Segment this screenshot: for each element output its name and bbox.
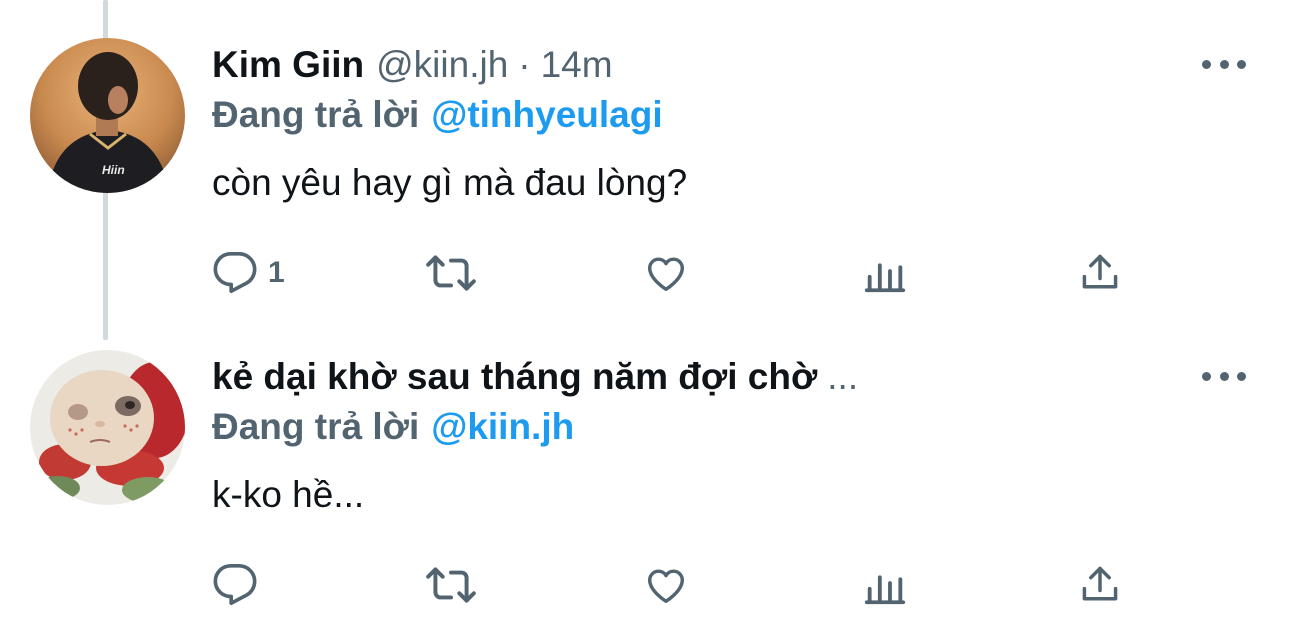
replying-to-label: Đang trả lời bbox=[212, 94, 420, 135]
views-button[interactable] bbox=[862, 560, 908, 610]
more-dot bbox=[1202, 371, 1211, 381]
avatar[interactable] bbox=[30, 350, 185, 505]
tweet-text: k-ko hề... bbox=[212, 474, 365, 515]
timestamp[interactable]: 14m bbox=[541, 44, 613, 86]
reply-button[interactable]: 1 bbox=[212, 248, 285, 298]
replying-to-mention[interactable]: @tinhyeulagi bbox=[431, 94, 662, 136]
separator-dot: · bbox=[518, 44, 531, 85]
tweet[interactable]: Hiin Kim Giin @kiin.jh · 14m Đang trả lờ… bbox=[0, 0, 1290, 330]
replying-to-label: Đang trả lời bbox=[212, 406, 420, 447]
tweet-header: Kim Giin @kiin.jh · 14m bbox=[212, 40, 1250, 90]
views-button[interactable] bbox=[862, 248, 908, 298]
more-dot bbox=[1219, 59, 1229, 69]
reply-count: 1 bbox=[268, 256, 285, 289]
tweet-content: kẻ dại khờ sau tháng năm đợi chờ ... Đan… bbox=[212, 352, 1250, 516]
like-button[interactable] bbox=[642, 248, 690, 298]
tweet-actions bbox=[212, 560, 1132, 610]
tweet-content: Kim Giin @kiin.jh · 14m Đang trả lời @ti… bbox=[212, 40, 1250, 204]
views-icon bbox=[864, 575, 906, 605]
views-icon bbox=[864, 263, 906, 293]
more-dot bbox=[1237, 371, 1246, 381]
share-icon bbox=[1082, 566, 1118, 601]
author-name[interactable]: kẻ dại khờ sau tháng năm đợi chờ bbox=[212, 356, 817, 398]
more-dot bbox=[1237, 59, 1246, 69]
share-icon bbox=[1082, 254, 1118, 289]
replying-to: Đang trả lời @kiin.jh bbox=[212, 402, 1250, 452]
reply-button[interactable] bbox=[212, 560, 268, 610]
author-name[interactable]: Kim Giin bbox=[212, 44, 364, 86]
like-icon bbox=[647, 257, 685, 292]
name-truncation: ... bbox=[827, 356, 859, 397]
like-icon bbox=[647, 569, 685, 604]
tweet-header: kẻ dại khờ sau tháng năm đợi chờ ... bbox=[212, 352, 1250, 402]
like-button[interactable] bbox=[642, 560, 690, 610]
replying-to-mention[interactable]: @kiin.jh bbox=[431, 406, 574, 448]
more-icon[interactable] bbox=[1202, 54, 1246, 74]
retweet-button[interactable] bbox=[424, 560, 478, 610]
tweet[interactable]: kẻ dại khờ sau tháng năm đợi chờ ... Đan… bbox=[0, 330, 1290, 624]
more-dot bbox=[1202, 59, 1211, 69]
reply-icon bbox=[213, 564, 257, 606]
author-handle[interactable]: @kiin.jh bbox=[376, 44, 508, 86]
retweet-button[interactable] bbox=[424, 248, 478, 298]
tweet-actions: 1 bbox=[212, 248, 1132, 298]
avatar-shirt-text: Hiin bbox=[102, 163, 125, 177]
replying-to: Đang trả lời @tinhyeulagi bbox=[212, 90, 1250, 140]
tweet-text: còn yêu hay gì mà đau lòng? bbox=[212, 162, 688, 203]
more-dot bbox=[1219, 371, 1229, 381]
reply-icon bbox=[213, 252, 257, 294]
share-button[interactable] bbox=[1078, 560, 1122, 610]
timeline: Hiin Kim Giin @kiin.jh · 14m Đang trả lờ… bbox=[0, 0, 1290, 624]
retweet-icon bbox=[426, 255, 476, 291]
avatar[interactable]: Hiin bbox=[30, 38, 185, 193]
more-icon[interactable] bbox=[1202, 366, 1246, 386]
share-button[interactable] bbox=[1078, 248, 1122, 298]
retweet-icon bbox=[426, 567, 476, 603]
